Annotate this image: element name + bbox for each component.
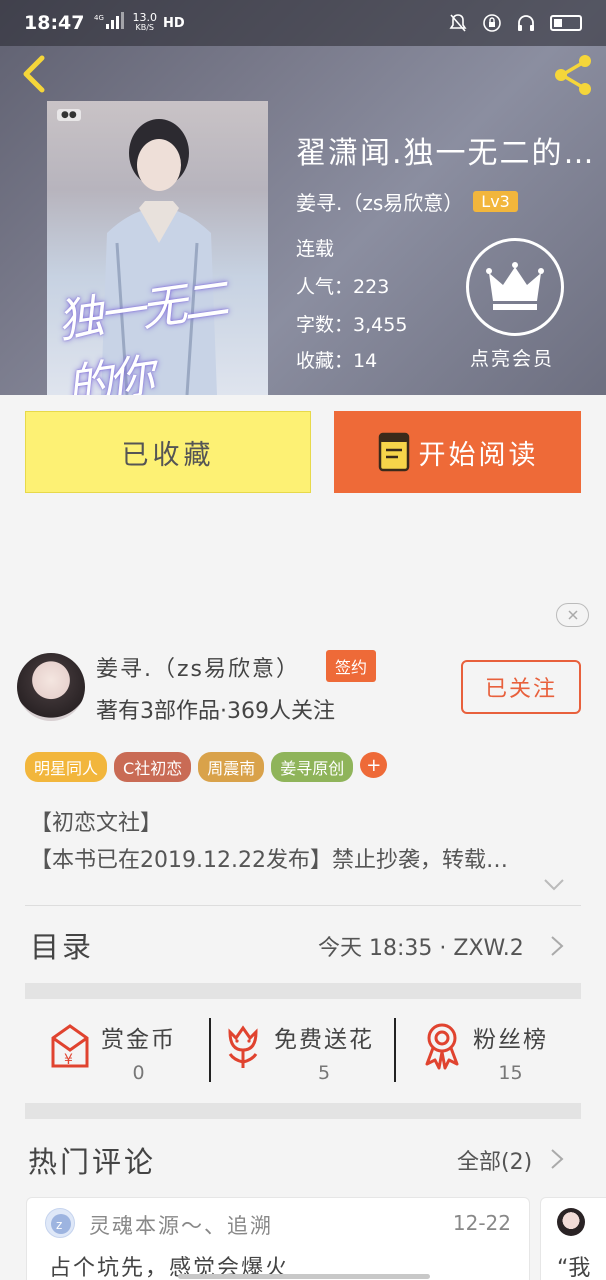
description-line-1: 【初恋文社】 (30, 811, 163, 836)
book-icon (378, 432, 409, 472)
send-flowers-button[interactable]: 免费送花 5 (220, 1020, 374, 1084)
user-placeholder-icon: z (51, 1214, 71, 1234)
commenter-avatar[interactable] (557, 1208, 585, 1236)
battery-icon (550, 15, 582, 31)
tag-item[interactable]: 姜寻原创 (271, 752, 354, 782)
vip-label: 点亮会员 (470, 348, 555, 370)
toc-latest-chapter[interactable]: 今天 18:35 · ZXW.2 (318, 930, 524, 962)
chevron-right-icon[interactable] (550, 1148, 564, 1170)
send-flowers-value: 5 (317, 1062, 331, 1084)
comment-card[interactable]: “我 (540, 1197, 606, 1280)
tag-item[interactable]: 明星同人 (25, 752, 108, 782)
comment-date: 12-22 (452, 1211, 511, 1235)
back-button[interactable] (16, 54, 52, 94)
book-header: 18:47 4G 13.0 KB/S HD ●● 独一无二的你 翟潇闻.独一无二… (0, 0, 606, 395)
add-tag-button[interactable]: + (360, 752, 388, 778)
ad-close-button[interactable] (556, 603, 589, 627)
crown-icon (486, 262, 544, 310)
book-title: 翟潇闻.独一无二的… (296, 136, 596, 171)
toc-title[interactable]: 目录 (30, 924, 94, 966)
cover-title-art: 独一无二的你 (54, 271, 228, 395)
chevron-left-icon (23, 55, 45, 93)
book-popularity: 人气：223 (296, 276, 390, 298)
flower-icon (228, 1025, 258, 1068)
comment-card[interactable]: z 灵魂本源～、追溯 12-22 占个坑先，感觉会爆火 (26, 1197, 530, 1280)
book-cover[interactable]: ●● 独一无二的你 (47, 101, 268, 395)
commenter-avatar[interactable]: z (45, 1208, 75, 1238)
signal-icon: 4G (94, 11, 125, 35)
cover-publisher-logo: ●● (57, 109, 81, 121)
reward-coins-label: 赏金币 (101, 1027, 176, 1053)
author-card-name[interactable]: 姜寻.（zs易欣意） (96, 651, 300, 683)
hot-comments-title: 热门评论 (28, 1145, 157, 1179)
chevron-right-icon[interactable] (550, 935, 564, 957)
share-icon (555, 55, 591, 95)
signed-badge: 签约 (326, 650, 377, 682)
reward-coins-button[interactable]: ¥ 赏金币 0 (47, 1020, 176, 1084)
close-icon (567, 610, 578, 620)
status-icons (448, 13, 582, 33)
svg-text:z: z (56, 1218, 62, 1232)
commenter-name[interactable]: 灵魂本源～、追溯 (89, 1210, 273, 1240)
divider (25, 905, 581, 906)
section-band (25, 983, 581, 999)
book-word-count: 字数：3,455 (296, 314, 408, 336)
reward-coins-value: 0 (132, 1062, 145, 1084)
vip-button[interactable] (466, 238, 564, 336)
author-avatar[interactable] (17, 653, 85, 721)
mute-icon (449, 14, 467, 32)
headphone-icon (518, 15, 534, 31)
network-speed: 13.0 KB/S (132, 11, 157, 32)
comment-text: “我 (557, 1256, 591, 1280)
svg-text:4G: 4G (94, 14, 104, 22)
tag-list: 明星同人 C社初恋 周震南 姜寻原创 + (25, 752, 388, 782)
section-band (25, 1103, 581, 1119)
book-status: 连载 (296, 238, 335, 260)
book-author[interactable]: 姜寻.（zs易欣意） Lv3 (296, 187, 518, 216)
follow-button[interactable]: 已关注 (461, 660, 581, 714)
status-time: 18:47 (24, 12, 85, 34)
hd-icon: HD (162, 15, 185, 31)
fan-ranking-value: 15 (498, 1062, 523, 1084)
red-envelope-icon: ¥ (51, 1024, 89, 1068)
favorited-button[interactable]: 已收藏 (25, 411, 311, 493)
tag-item[interactable]: C社初恋 (114, 752, 192, 782)
chevron-down-icon[interactable] (543, 878, 565, 892)
author-name: 姜寻.（zs易欣意） (296, 191, 464, 215)
all-comments-link[interactable]: 全部(2) (457, 1144, 532, 1176)
send-flowers-label: 免费送花 (274, 1027, 374, 1053)
divider (394, 1018, 396, 1082)
status-bar: 18:47 4G 13.0 KB/S HD (0, 0, 606, 46)
tag-item[interactable]: 周震南 (198, 752, 265, 782)
divider (209, 1018, 211, 1082)
lock-rotation-icon (483, 14, 501, 32)
start-reading-button[interactable]: 开始阅读 (334, 411, 581, 493)
book-favorites: 收藏：14 (296, 350, 378, 372)
description-line-2: 【本书已在2019.12.22发布】禁止抄袭，转载… (30, 848, 508, 873)
svg-text:¥: ¥ (64, 1052, 73, 1068)
fan-ranking-label: 粉丝榜 (473, 1027, 548, 1053)
author-level-badge: Lv3 (473, 191, 518, 212)
share-button[interactable] (550, 52, 596, 98)
home-indicator[interactable] (178, 1274, 430, 1279)
medal-icon (425, 1023, 459, 1070)
fan-ranking-button[interactable]: 粉丝榜 15 (419, 1020, 548, 1084)
author-stats: 著有3部作品·369人关注 (96, 699, 335, 724)
